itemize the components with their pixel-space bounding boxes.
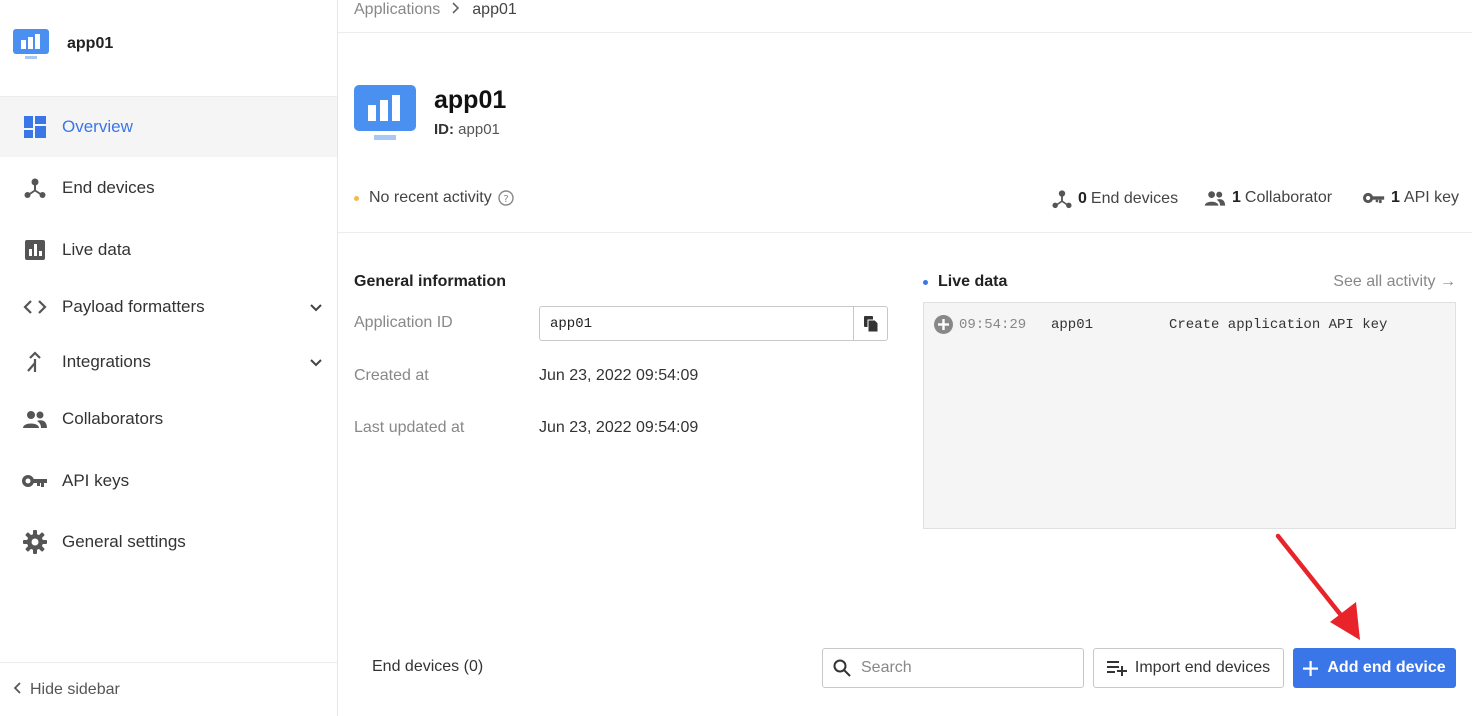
event-message: Create application API key	[1169, 316, 1388, 333]
dashboard-icon	[22, 114, 48, 140]
end-devices-count: 0	[1078, 190, 1087, 207]
sidebar-item-api-keys[interactable]: API keys	[0, 451, 337, 511]
device-hub-icon	[1052, 189, 1072, 209]
sidebar-app-name: app01	[67, 35, 114, 52]
key-icon	[1363, 192, 1385, 204]
sidebar: app01 Overview End devices Live data Pay…	[0, 0, 338, 716]
sidebar-item-label: Live data	[62, 240, 131, 259]
sidebar-item-label: General settings	[62, 532, 186, 551]
people-icon	[22, 406, 48, 432]
app-icon	[13, 28, 49, 68]
annotation-arrow-icon	[1275, 533, 1360, 640]
created-at-label: Created at	[354, 367, 429, 384]
device-hub-icon	[22, 175, 48, 201]
sidebar-item-label: Collaborators	[62, 409, 164, 428]
sidebar-item-integrations[interactable]: Integrations	[0, 332, 337, 392]
last-updated-value: Jun 23, 2022 09:54:09	[539, 419, 699, 436]
people-icon	[1204, 190, 1226, 206]
end-devices-heading: End devices (0)	[372, 658, 484, 675]
copy-button[interactable]	[853, 307, 887, 340]
import-end-devices-button[interactable]: Import end devices	[1093, 648, 1284, 688]
key-icon	[22, 468, 48, 494]
bar-chart-icon	[22, 237, 48, 263]
svg-text:?: ?	[503, 194, 508, 205]
sidebar-item-label: Payload formatters	[62, 297, 205, 316]
end-devices-toolbar: End devices (0) Import end devices Add e…	[338, 630, 1472, 716]
end-devices-label: End devices	[1090, 190, 1179, 207]
app-icon	[354, 85, 416, 148]
event-entity: app01	[1051, 316, 1094, 333]
sidebar-app-header: app01	[0, 0, 337, 97]
breadcrumb-current: app01	[472, 1, 517, 18]
live-data-title: Live data	[923, 273, 1007, 291]
gear-icon	[22, 529, 48, 555]
page-title: app01	[434, 86, 507, 114]
hide-sidebar-button[interactable]: Hide sidebar	[0, 662, 337, 716]
add-end-device-button[interactable]: Add end device	[1293, 648, 1456, 688]
playlist-add-icon	[1106, 660, 1127, 676]
sidebar-item-collaborators[interactable]: Collaborators	[0, 389, 337, 449]
end-devices-stat[interactable]: 0 End devices	[1052, 189, 1178, 209]
activity-status: No recent activity ?	[354, 189, 514, 207]
help-icon[interactable]: ?	[498, 190, 514, 206]
event-time: 09:54:29	[959, 316, 1027, 333]
chevron-left-icon	[13, 681, 22, 699]
sidebar-item-label: Overview	[62, 117, 133, 136]
merge-icon	[22, 349, 48, 375]
sidebar-item-label: API keys	[62, 471, 130, 490]
api-keys-count: 1	[1391, 189, 1400, 206]
app-id-label: ID:	[434, 121, 454, 138]
collaborators-label: Collaborator	[1244, 189, 1333, 206]
last-updated-label: Last updated at	[354, 419, 465, 436]
app-id-value: app01	[458, 121, 500, 138]
status-dot	[354, 195, 359, 201]
live-data-panel: 09:54:29 app01 Create application API ke…	[923, 302, 1456, 529]
sidebar-item-overview[interactable]: Overview	[0, 97, 337, 157]
sidebar-item-live-data[interactable]: Live data	[0, 220, 337, 280]
sidebar-item-general-settings[interactable]: General settings	[0, 512, 337, 572]
import-end-devices-label: Import end devices	[1134, 659, 1271, 676]
see-all-activity-link[interactable]: See all activity →	[1333, 273, 1456, 291]
search-input[interactable]	[861, 659, 1061, 677]
app-id-field-value[interactable]: app01	[540, 307, 853, 340]
collaborators-count: 1	[1232, 189, 1241, 206]
app-id-line: ID: app01	[434, 121, 506, 138]
api-keys-label: API key	[1403, 189, 1460, 206]
search-icon	[833, 659, 851, 677]
breadcrumb: Applications app01	[338, 0, 1472, 33]
breadcrumb-applications[interactable]: Applications	[354, 1, 440, 19]
chevron-right-icon	[452, 1, 460, 19]
chevron-down-icon[interactable]	[309, 298, 323, 318]
hide-sidebar-label: Hide sidebar	[30, 680, 120, 698]
app-id-field: app01	[539, 306, 888, 341]
chevron-down-icon[interactable]	[309, 353, 323, 373]
live-event-row[interactable]: 09:54:29 app01 Create application API ke…	[924, 303, 1455, 334]
activity-status-text: No recent activity	[369, 189, 492, 206]
app-id-field-label: Application ID	[354, 314, 453, 331]
search-box	[822, 648, 1084, 688]
add-end-device-label: Add end device	[1327, 659, 1446, 676]
activity-row: No recent activity ? 0 End devices 1 Col…	[338, 170, 1472, 233]
live-dot	[923, 279, 928, 285]
plus-icon	[1303, 660, 1319, 676]
live-data-title-text: Live data	[938, 273, 1008, 290]
sidebar-item-payload-formatters[interactable]: Payload formatters	[0, 277, 337, 337]
main-content: Applications app01 app01 ID: app01 No re…	[338, 0, 1472, 716]
sidebar-item-label: End devices	[62, 178, 155, 197]
app-title-block: app01 ID: app01	[354, 85, 506, 148]
created-at-value: Jun 23, 2022 09:54:09	[539, 367, 699, 384]
general-info-title: General information	[354, 273, 507, 290]
sidebar-item-label: Integrations	[62, 352, 151, 371]
collaborators-stat[interactable]: 1 Collaborator	[1204, 189, 1332, 207]
sidebar-item-end-devices[interactable]: End devices	[0, 158, 337, 218]
api-keys-stat[interactable]: 1 API key	[1363, 189, 1459, 207]
copy-icon	[863, 315, 878, 332]
code-icon	[22, 294, 48, 320]
plus-circle-icon	[934, 315, 953, 334]
